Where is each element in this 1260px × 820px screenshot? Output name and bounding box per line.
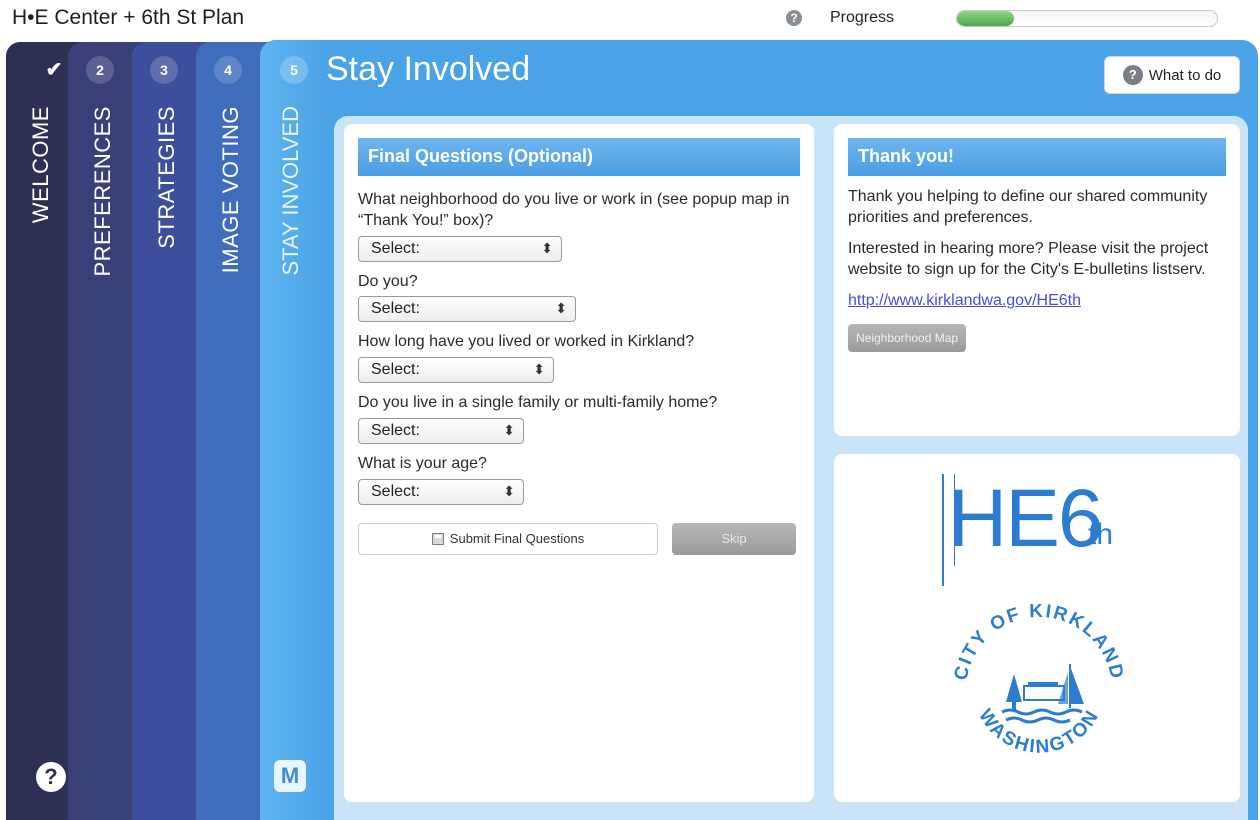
progress-fill — [957, 11, 1015, 26]
content-area: Final Questions (Optional) What neighbor… — [334, 116, 1248, 820]
project-website-link[interactable]: http://www.kirklandwa.gov/HE6th — [848, 292, 1226, 310]
select-value: Select: — [371, 482, 420, 500]
he6th-logo: HE6 th — [942, 466, 1142, 586]
skip-button[interactable]: Skip — [672, 522, 796, 555]
button-row: Submit Final Questions Skip — [358, 522, 800, 555]
thank-you-card: Thank you! Thank you helping to define o… — [834, 124, 1240, 436]
kirkland-seal-icon: CITY OF KIRKLAND WASHINGTON — [951, 601, 1128, 758]
progress-bar — [956, 10, 1218, 27]
branding-card: HE6 th CITY OF KIRKLAND WASHINGTON — [834, 454, 1240, 802]
card-header: Final Questions (Optional) — [358, 138, 800, 176]
logo-line — [942, 474, 944, 586]
question-do-you: Do you? — [358, 272, 418, 290]
what-to-do-button[interactable]: ? What to do — [1104, 56, 1240, 94]
tab-number: 4 — [214, 56, 242, 84]
select-arrow-icon: ⬍ — [541, 239, 553, 256]
final-questions-card: Final Questions (Optional) What neighbor… — [344, 124, 814, 802]
select-value: Select: — [371, 239, 420, 257]
select-arrow-icon: ⬍ — [555, 300, 567, 317]
tab-number: 3 — [150, 56, 178, 84]
tab-label-welcome: WELCOME — [28, 106, 53, 224]
question-home-type: Do you live in a single family or multi-… — [358, 394, 718, 412]
question-neighborhood: What neighborhood do you live or work in… — [358, 191, 790, 229]
tab-label-image-voting: IMAGE VOTING — [218, 106, 243, 274]
card-header: Thank you! — [848, 138, 1226, 176]
question-how-long: How long have you lived or worked in Kir… — [358, 333, 695, 351]
question-icon: ? — [1122, 65, 1143, 85]
select-arrow-icon: ⬍ — [503, 421, 515, 438]
app-title: H•E Center + 6th St Plan — [12, 6, 245, 29]
question-icon[interactable]: ? — [36, 762, 66, 792]
neighborhood-select[interactable]: Select: ⬍ — [358, 235, 562, 262]
neighborhood-map-button[interactable]: Neighborhood Map — [848, 324, 967, 353]
how-long-select[interactable]: Select: ⬍ — [358, 357, 554, 384]
tab-label-strategies: STRATEGIES — [154, 106, 179, 249]
select-value: Select: — [371, 361, 420, 379]
svg-text:CITY OF KIRKLAND: CITY OF KIRKLAND — [951, 601, 1128, 682]
tab-label-stay-involved: STAY INVOLVED — [278, 106, 303, 276]
seal-top-text: CITY OF KIRKLAND — [951, 601, 1126, 682]
progress-label: Progress — [830, 9, 895, 26]
check-icon: ✔ — [45, 59, 63, 81]
age-select[interactable]: Select: ⬍ — [358, 478, 524, 505]
tab-label-preferences: PREFERENCES — [90, 106, 115, 277]
app-window: H•E Center + 6th St Plan ? Progress ✔ WE… — [0, 0, 1260, 820]
submit-label: Submit Final Questions — [449, 531, 585, 547]
what-to-do-label: What to do — [1148, 66, 1222, 84]
save-icon — [431, 532, 444, 545]
help-icon[interactable]: ? — [786, 10, 802, 26]
select-arrow-icon: ⬍ — [533, 361, 545, 378]
select-value: Select: — [371, 300, 420, 318]
svg-text:WASHINGTON: WASHINGTON — [974, 706, 1104, 758]
thank-you-text: Thank you helping to define our shared c… — [848, 188, 1208, 227]
do-you-select[interactable]: Select: ⬍ — [358, 296, 576, 323]
seal-emblem — [1001, 664, 1084, 724]
tab-number: 5 — [280, 56, 308, 84]
tab-stay-involved-panel: 5 STAY INVOLVED M Stay Involved ? What t… — [260, 40, 1258, 820]
question-age: What is your age? — [358, 454, 487, 472]
tab-stay-involved[interactable]: 5 STAY INVOLVED M — [260, 40, 326, 820]
home-type-select[interactable]: Select: ⬍ — [358, 417, 524, 444]
app-logo-icon: M — [274, 760, 306, 792]
logo-text: HE6 — [948, 473, 1104, 564]
select-arrow-icon: ⬍ — [503, 482, 515, 499]
select-value: Select: — [371, 421, 420, 439]
page-title: Stay Involved — [326, 50, 531, 88]
logo-superscript: th — [1088, 518, 1114, 551]
interested-text: Interested in hearing more? Please visit… — [848, 240, 1209, 279]
seal-bottom-text: WASHINGTON — [974, 706, 1102, 758]
submit-final-questions-button[interactable]: Submit Final Questions — [358, 522, 658, 555]
tab-number: 2 — [86, 56, 114, 84]
